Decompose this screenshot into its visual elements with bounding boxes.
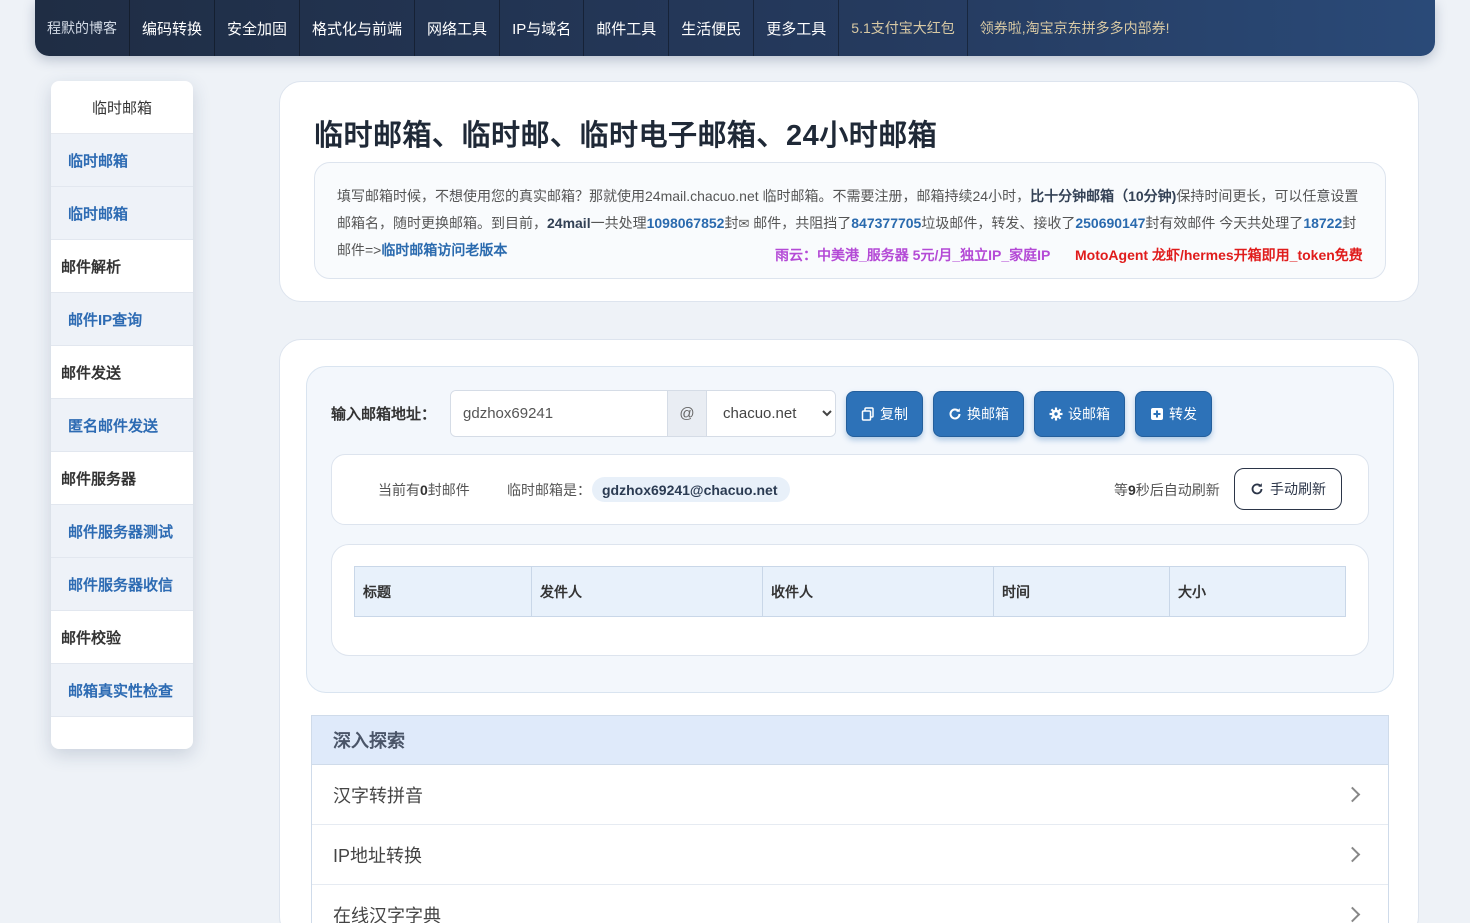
top-nav: 程默的博客 编码转换 安全加固 格式化与前端 网络工具 IP与域名 邮件工具 生… bbox=[35, 0, 1435, 56]
column-header-sender[interactable]: 发件人 bbox=[532, 567, 763, 616]
mailbox-card: 输入邮箱地址： @ chacuo.net 复制 换邮箱 设邮箱 bbox=[279, 339, 1419, 923]
mail-count-value: 0 bbox=[420, 482, 428, 498]
nav-item-format[interactable]: 格式化与前端 bbox=[300, 0, 416, 56]
chevron-right-icon bbox=[1344, 786, 1361, 803]
explore-item-label: 汉字转拼音 bbox=[333, 785, 423, 806]
column-header-subject[interactable]: 标题 bbox=[355, 567, 532, 616]
sidebar-item-temp-mail-2[interactable]: 临时邮箱 bbox=[51, 187, 193, 240]
mail-table-box: 标题 发件人 收件人 时间 大小 bbox=[331, 544, 1369, 656]
intro-mail-word: 邮件 bbox=[753, 215, 782, 231]
stat-blocked: 847377705 bbox=[851, 215, 922, 231]
explore-item-label: IP地址转换 bbox=[333, 845, 423, 866]
nav-item-network[interactable]: 网络工具 bbox=[415, 0, 501, 56]
nav-item-promo-alipay[interactable]: 5.1支付宝大红包 bbox=[839, 0, 968, 56]
auto-refresh-countdown: 等9秒后自动刷新 bbox=[1114, 480, 1220, 500]
nav-item-life[interactable]: 生活便民 bbox=[669, 0, 755, 56]
refresh-icon bbox=[949, 407, 961, 419]
sidebar-item-server-test[interactable]: 邮件服务器测试 bbox=[51, 505, 193, 558]
sidebar-title: 临时邮箱 bbox=[51, 81, 193, 134]
gear-icon bbox=[1049, 407, 1063, 420]
current-address-label: 临时邮箱是： bbox=[507, 482, 591, 498]
mailbox-panel: 输入邮箱地址： @ chacuo.net 复制 换邮箱 设邮箱 bbox=[306, 366, 1394, 693]
nav-item-blog[interactable]: 程默的博客 bbox=[35, 0, 130, 56]
nav-item-mail[interactable]: 邮件工具 bbox=[584, 0, 670, 56]
intro-text-4: 封 bbox=[724, 215, 739, 231]
stat-received: 250690147 bbox=[1075, 215, 1146, 231]
column-header-time[interactable]: 时间 bbox=[994, 567, 1170, 616]
sidebar-item-temp-mail[interactable]: 临时邮箱 bbox=[51, 134, 193, 187]
nav-item-more[interactable]: 更多工具 bbox=[754, 0, 840, 56]
refresh-icon bbox=[1251, 483, 1263, 495]
change-mailbox-label: 换邮箱 bbox=[967, 405, 1010, 422]
manual-refresh-label: 手动刷新 bbox=[1270, 481, 1326, 497]
sidebar-heading-mail-parse: 邮件解析 bbox=[51, 240, 193, 293]
intro-text-7: 封有效邮件 今天共处理了 bbox=[1145, 215, 1304, 231]
sidebar-item-authenticity-check[interactable]: 邮箱真实性检查 bbox=[51, 664, 193, 717]
forward-button-label: 转发 bbox=[1169, 405, 1198, 422]
chevron-right-icon bbox=[1344, 846, 1361, 863]
ad-link-motoagent[interactable]: MotoAgent 龙虾/hermes开箱即用_token免费 bbox=[1075, 242, 1363, 269]
sidebar-item-anonymous-send[interactable]: 匿名邮件发送 bbox=[51, 399, 193, 452]
mail-count: 当前有0封邮件 bbox=[378, 480, 470, 500]
intro-text-5: ，共阻挡了 bbox=[781, 215, 852, 231]
nav-item-promo-coupons[interactable]: 领券啦,淘宝京东拼多多内部券! bbox=[968, 0, 1182, 56]
explore-title: 深入探索 bbox=[312, 716, 1388, 765]
copy-button-label: 复制 bbox=[880, 405, 909, 422]
ad-link-rainyun[interactable]: 雨云：中美港_服务器 5元/月_独立IP_家庭IP bbox=[775, 242, 1050, 269]
intro-brand: 24mail bbox=[547, 215, 591, 231]
address-row: 输入邮箱地址： @ chacuo.net 复制 换邮箱 设邮箱 bbox=[331, 390, 1213, 437]
at-sign: @ bbox=[667, 391, 708, 436]
plus-square-icon bbox=[1151, 407, 1164, 420]
countdown-prefix: 等 bbox=[1114, 482, 1128, 498]
current-address-badge[interactable]: gdzhox69241@chacuo.net bbox=[592, 477, 791, 502]
intro-card: 临时邮箱、临时邮、临时电子邮箱、24小时邮箱 填写邮箱时候，不想使用您的真实邮箱… bbox=[279, 81, 1419, 302]
copy-button[interactable]: 复制 bbox=[846, 390, 924, 437]
explore-panel: 深入探索 汉字转拼音 IP地址转换 在线汉字字典 bbox=[311, 715, 1389, 923]
column-header-size[interactable]: 大小 bbox=[1170, 567, 1345, 616]
stat-today: 18722 bbox=[1303, 215, 1343, 231]
intro-text-6: 垃圾邮件，转发、接收了 bbox=[921, 215, 1076, 231]
chevron-right-icon bbox=[1344, 906, 1361, 923]
nav-item-ip-domain[interactable]: IP与域名 bbox=[500, 0, 585, 56]
column-header-recipient[interactable]: 收件人 bbox=[763, 567, 994, 616]
set-mailbox-button[interactable]: 设邮箱 bbox=[1034, 390, 1126, 437]
sidebar-item-mail-ip-query[interactable]: 邮件IP查询 bbox=[51, 293, 193, 346]
explore-item-dictionary[interactable]: 在线汉字字典 bbox=[312, 885, 1388, 923]
sidebar-heading-mail-server: 邮件服务器 bbox=[51, 452, 193, 505]
intro-bold: 比十分钟邮箱（10分钟) bbox=[1030, 188, 1177, 204]
explore-item-label: 在线汉字字典 bbox=[333, 905, 441, 923]
status-bar: 当前有0封邮件 临时邮箱是： gdzhox69241@chacuo.net 等9… bbox=[331, 454, 1369, 525]
intro-text: 填写邮箱时候，不想使用您的真实邮箱？那就使用24mail.chacuo.net … bbox=[314, 162, 1386, 279]
mail-table-header: 标题 发件人 收件人 时间 大小 bbox=[354, 566, 1346, 617]
intro-text-1: 填写邮箱时候，不想使用您的真实邮箱？那就使用24mail.chacuo.net … bbox=[337, 188, 1031, 204]
countdown-suffix: 秒后自动刷新 bbox=[1135, 482, 1220, 498]
page-title: 临时邮箱、临时邮、临时电子邮箱、24小时邮箱 bbox=[314, 120, 938, 152]
sidebar-heading-mail-verify: 邮件校验 bbox=[51, 611, 193, 664]
nav-item-security[interactable]: 安全加固 bbox=[215, 0, 301, 56]
manual-refresh-button[interactable]: 手动刷新 bbox=[1234, 468, 1342, 510]
domain-select[interactable]: chacuo.net bbox=[707, 391, 836, 436]
mail-count-prefix: 当前有 bbox=[378, 482, 420, 498]
explore-item-ip-convert[interactable]: IP地址转换 bbox=[312, 825, 1388, 885]
explore-item-pinyin[interactable]: 汉字转拼音 bbox=[312, 765, 1388, 825]
intro-text-3: 一共处理 bbox=[590, 215, 647, 231]
countdown-seconds: 9 bbox=[1128, 482, 1136, 498]
forward-button[interactable]: 转发 bbox=[1135, 390, 1213, 437]
stat-total: 1098067852 bbox=[646, 215, 725, 231]
set-mailbox-label: 设邮箱 bbox=[1068, 405, 1111, 422]
change-mailbox-button[interactable]: 换邮箱 bbox=[933, 390, 1025, 437]
address-label: 输入邮箱地址： bbox=[331, 406, 437, 423]
sidebar: 临时邮箱 临时邮箱 临时邮箱 邮件解析 邮件IP查询 邮件发送 匿名邮件发送 邮… bbox=[51, 81, 193, 749]
address-input-group: @ chacuo.net bbox=[450, 390, 837, 437]
sidebar-heading-mail-send: 邮件发送 bbox=[51, 346, 193, 399]
nav-item-encoding[interactable]: 编码转换 bbox=[130, 0, 216, 56]
mail-icon: ✉ bbox=[738, 216, 750, 231]
mailbox-name-input[interactable] bbox=[451, 391, 668, 436]
copy-icon bbox=[861, 406, 874, 421]
old-version-link[interactable]: 临时邮箱访问老版本 bbox=[381, 242, 507, 258]
mail-count-suffix: 封邮件 bbox=[427, 482, 470, 498]
sidebar-item-server-receive[interactable]: 邮件服务器收信 bbox=[51, 558, 193, 611]
